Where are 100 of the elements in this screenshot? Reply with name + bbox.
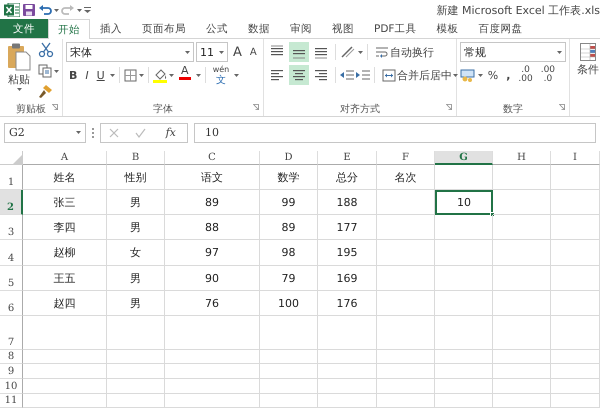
scissors-icon[interactable] — [38, 42, 54, 58]
conditional-format-button[interactable]: 条件 — [572, 42, 600, 78]
column-header[interactable]: F — [377, 151, 435, 165]
italic-button[interactable]: I — [82, 65, 92, 85]
increase-decimal-button[interactable]: .0 .00 — [515, 65, 536, 85]
active-cell[interactable]: 10 — [435, 190, 493, 215]
row-header[interactable]: 10 — [0, 379, 23, 394]
copy-icon[interactable] — [38, 64, 52, 78]
table-cell — [318, 379, 377, 394]
fill-handle[interactable] — [490, 212, 495, 217]
decrease-decimal-button[interactable]: .00 .0 — [538, 65, 558, 85]
dialog-launcher-icon[interactable] — [52, 104, 58, 110]
ribbon-tab[interactable]: 审阅 — [280, 19, 322, 38]
bold-button[interactable]: B — [66, 65, 80, 85]
ribbon-tab[interactable]: 开始 — [48, 19, 90, 39]
dialog-launcher-icon[interactable] — [558, 104, 565, 110]
caret-icon — [77, 8, 82, 12]
table-cell — [260, 316, 318, 350]
text-orientation-icon[interactable] — [340, 45, 356, 59]
row-header[interactable]: 8 — [0, 350, 23, 364]
insert-function-button[interactable]: fx — [162, 122, 179, 142]
save-icon[interactable] — [22, 3, 36, 17]
column-header[interactable]: C — [165, 151, 260, 165]
name-box[interactable]: G2 — [4, 122, 86, 142]
row-header[interactable]: 9 — [0, 364, 23, 379]
formula-field[interactable]: 10 — [194, 122, 596, 142]
table-cell — [551, 291, 600, 316]
align-right-icon — [314, 68, 328, 82]
table-cell — [377, 291, 435, 316]
table-cell — [107, 364, 165, 379]
align-left-icon — [270, 68, 284, 82]
ribbon-tab[interactable]: 公式 — [196, 19, 238, 38]
paste-button[interactable]: 粘贴 — [3, 42, 35, 101]
table-cell — [377, 240, 435, 266]
increase-indent-icon[interactable] — [356, 69, 370, 81]
table-cell — [435, 215, 493, 240]
ribbon-tab[interactable]: 页面布局 — [132, 19, 196, 38]
table-colors-icon — [580, 43, 596, 61]
row-header[interactable]: 7 — [0, 316, 23, 350]
ribbon-tab[interactable]: 模板 — [426, 19, 468, 38]
currency-icon[interactable] — [460, 68, 476, 82]
align-middle-button[interactable] — [288, 42, 309, 62]
comma-button[interactable]: , — [503, 65, 514, 85]
ribbon-tab[interactable]: 百度网盘 — [468, 19, 532, 38]
check-icon[interactable] — [135, 128, 146, 138]
row-header[interactable]: 11 — [0, 394, 23, 408]
row-header[interactable]: 6 — [0, 291, 23, 316]
align-center-button[interactable] — [288, 65, 309, 85]
column-header[interactable]: I — [551, 151, 600, 165]
table-cell — [551, 364, 600, 379]
merge-center-button[interactable]: 合并后居中 — [378, 65, 461, 85]
table-cell: 169 — [318, 266, 377, 291]
caret-icon — [556, 50, 562, 54]
table-cell: 76 — [165, 291, 260, 316]
grow-font-button[interactable]: A — [230, 42, 245, 62]
window-title: 新建 Microsoft Excel 工作表.xls — [436, 2, 600, 18]
borders-icon[interactable] — [124, 68, 137, 82]
undo-icon[interactable] — [38, 4, 52, 16]
fill-color-icon[interactable] — [152, 68, 167, 82]
row-header[interactable]: 5 — [0, 266, 23, 291]
table-cell: 195 — [318, 240, 377, 266]
table-cell — [260, 394, 318, 408]
font-name-field[interactable]: 宋体 — [66, 42, 194, 62]
shrink-font-button[interactable]: A — [246, 42, 260, 62]
underline-button[interactable]: U — [94, 65, 108, 85]
table-cell — [493, 394, 551, 408]
paintbrush-icon[interactable] — [38, 84, 54, 98]
column-header[interactable]: H — [493, 151, 551, 165]
group-label: 字体 — [152, 102, 173, 116]
caret-icon — [76, 131, 81, 134]
table-cell — [435, 379, 493, 394]
percent-button[interactable]: % — [484, 65, 502, 85]
dialog-launcher-icon[interactable] — [446, 104, 452, 110]
column-header[interactable]: A — [23, 151, 107, 165]
row-header[interactable]: 2 — [0, 190, 23, 215]
table-cell — [551, 394, 600, 408]
table-cell: 名次 — [377, 165, 435, 190]
ribbon-tab[interactable]: 数据 — [238, 19, 280, 38]
column-header[interactable]: E — [318, 151, 377, 165]
font-color-button[interactable]: A — [176, 65, 194, 85]
ribbon-tab[interactable]: 视图 — [322, 19, 364, 38]
column-header[interactable]: G — [435, 151, 493, 165]
phonetic-guide-button[interactable]: wén 文 — [210, 65, 232, 85]
column-header[interactable]: B — [107, 151, 165, 165]
font-size-field[interactable]: 11 — [196, 42, 228, 62]
row-header[interactable]: 3 — [0, 215, 23, 240]
decrease-indent-icon[interactable] — [340, 69, 354, 81]
table-cell — [107, 394, 165, 408]
row-header[interactable]: 4 — [0, 240, 23, 266]
ribbon-tab[interactable]: 插入 — [90, 19, 132, 38]
customize-toolbar-icon[interactable] — [84, 7, 91, 13]
table-cell: 总分 — [318, 165, 377, 190]
dialog-launcher-icon[interactable] — [252, 104, 259, 110]
number-format-field[interactable]: 常规 — [460, 42, 566, 62]
ribbon-tab[interactable]: PDF工具 — [364, 19, 426, 38]
column-header[interactable]: D — [260, 151, 318, 165]
table-cell — [435, 364, 493, 379]
wrap-text-button[interactable]: 自动换行 — [372, 42, 437, 62]
ribbon-tab[interactable]: 文件 — [0, 19, 48, 38]
caret-icon — [478, 74, 483, 76]
